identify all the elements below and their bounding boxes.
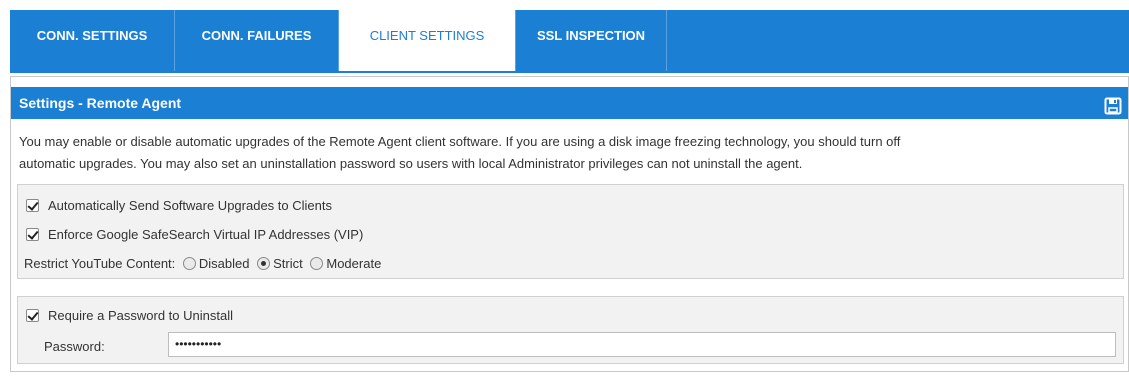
youtube-strict-radio[interactable]	[257, 257, 271, 270]
auto-upgrade-row[interactable]: Automatically Send Software Upgrades to …	[26, 197, 332, 215]
youtube-moderate-radio[interactable]	[310, 257, 324, 270]
tab-ssl-inspection[interactable]: SSL INSPECTION	[515, 10, 667, 71]
safesearch-label: Enforce Google SafeSearch Virtual IP Add…	[48, 227, 364, 242]
auto-upgrade-checkbox[interactable]	[26, 199, 39, 212]
tab-bar: CONN. SETTINGS CONN. FAILURES CLIENT SET…	[10, 10, 1129, 71]
password-label: Password:	[44, 339, 105, 354]
youtube-disabled-label: Disabled	[198, 256, 250, 271]
description-line-2: automatic upgrades. You may also set an …	[19, 156, 803, 171]
youtube-moderate-label: Moderate	[326, 256, 382, 271]
require-password-checkbox[interactable]	[26, 309, 39, 322]
tab-conn-settings[interactable]: CONN. SETTINGS	[10, 10, 175, 71]
panel-header: Settings - Remote Agent	[11, 87, 1128, 119]
auto-upgrade-label: Automatically Send Software Upgrades to …	[48, 198, 332, 213]
password-options-box: Require a Password to Uninstall Password…	[17, 296, 1124, 364]
upgrade-options-box: Automatically Send Software Upgrades to …	[17, 184, 1124, 279]
tab-conn-failures[interactable]: CONN. FAILURES	[175, 10, 339, 71]
youtube-restrict-row: Restrict YouTube Content: Disabled Stric…	[24, 255, 381, 273]
settings-panel: Settings - Remote Agent You may enable o…	[10, 76, 1129, 372]
safesearch-row[interactable]: Enforce Google SafeSearch Virtual IP Add…	[26, 226, 363, 244]
save-icon[interactable]	[1104, 94, 1122, 115]
safesearch-checkbox[interactable]	[26, 228, 39, 241]
tab-client-settings[interactable]: CLIENT SETTINGS	[339, 10, 515, 71]
require-password-row[interactable]: Require a Password to Uninstall	[26, 307, 233, 325]
tab-underline	[10, 71, 1129, 73]
youtube-strict-label: Strict	[273, 256, 303, 271]
password-input[interactable]: •••••••••••	[168, 332, 1116, 357]
youtube-disabled-radio[interactable]	[182, 257, 196, 270]
youtube-restrict-label: Restrict YouTube Content:	[24, 256, 176, 271]
panel-title: Settings - Remote Agent	[19, 95, 182, 111]
panel-description: You may enable or disable automatic upgr…	[19, 131, 1119, 175]
description-line-1: You may enable or disable automatic upgr…	[19, 134, 901, 149]
require-password-label: Require a Password to Uninstall	[48, 308, 233, 323]
